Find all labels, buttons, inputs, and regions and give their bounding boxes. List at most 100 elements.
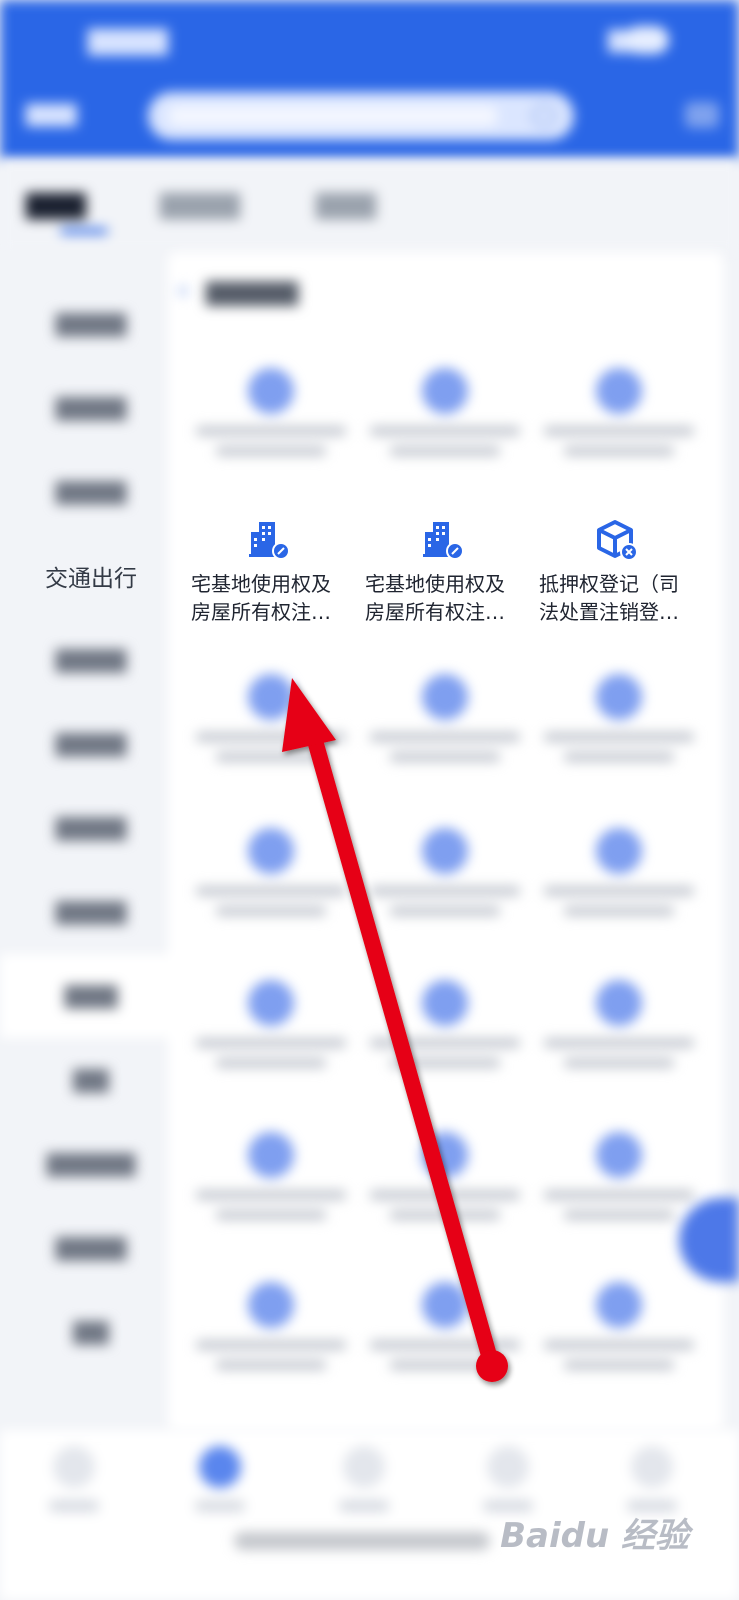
service-card[interactable] [358,1130,532,1242]
service-card-label: 宅基地使用权及 房屋所有权注… [191,572,331,624]
card-text-blurred [216,1058,326,1068]
card-text-blurred [196,886,346,896]
service-card-mortgage[interactable]: 抵押权登记（司 法处置注销登… [530,518,704,628]
section-marker [178,286,188,296]
category-sidebar: ▇▇▇▇ ▇▇▇▇ ▇▇▇▇ 交通出行 ▇▇▇▇ ▇▇▇▇ ▇▇▇▇ ▇▇▇▇ … [0,252,182,1432]
sidebar-item-transportation[interactable]: 交通出行 [0,534,182,618]
card-text-blurred [390,1360,500,1370]
service-card[interactable] [358,978,532,1090]
card-text-blurred [196,732,346,742]
city-selector[interactable]: ▇▇▇ [26,102,77,127]
nav-center[interactable] [334,1446,394,1516]
service-card[interactable] [184,1130,358,1242]
service-card-homestead-1[interactable]: 宅基地使用权及 房屋所有权注… [182,518,356,628]
service-card[interactable] [358,366,532,478]
service-icon [596,674,642,720]
card-text-blurred [370,1340,520,1350]
card-text-blurred [196,1038,346,1048]
card-text-blurred [390,906,500,916]
home-icon [53,1446,95,1488]
card-text-blurred [370,426,520,436]
service-card[interactable] [532,366,706,478]
card-text-blurred [390,446,500,456]
service-card[interactable] [184,826,358,938]
service-card[interactable] [358,672,532,784]
search-icon[interactable] [532,104,556,128]
service-card-label: 抵押权登记（司 法处置注销登… [539,572,679,624]
card-text-blurred [544,1038,694,1048]
service-icon [248,674,294,720]
nav-home[interactable] [44,1446,104,1516]
building-edit-icon [249,522,290,560]
sidebar-item-5[interactable]: ▇▇▇▇ [0,618,182,702]
card-text-blurred [564,752,674,762]
search-input[interactable] [148,92,574,140]
app-header: ▇▇▇▇ ▇▇▇ ▇▇▇ [0,0,739,160]
cube-close-icon [597,520,638,561]
service-card[interactable] [184,672,358,784]
service-card[interactable] [532,826,706,938]
service-icon [596,368,642,414]
service-icon [596,828,642,874]
nav-services[interactable] [190,1446,250,1516]
sidebar-item-12[interactable]: ▇▇▇▇ [0,1206,182,1290]
card-text-blurred [390,1210,500,1220]
service-icon [248,1282,294,1328]
card-text-blurred [544,426,694,436]
service-card[interactable] [358,1280,532,1392]
service-card[interactable] [184,366,358,478]
message-icon[interactable] [685,102,719,128]
search-placeholder-blurred [168,106,498,126]
service-card[interactable] [532,1280,706,1392]
sidebar-item-6[interactable]: ▇▇▇▇ [0,702,182,786]
card-text-blurred [564,1058,674,1068]
services-icon [199,1446,241,1488]
sidebar-item-9[interactable]: ▇▇▇ [0,954,182,1038]
tab-2[interactable]: ▇▇▇▇ [160,190,240,220]
nav-messages[interactable] [478,1446,538,1516]
card-text-blurred [390,1058,500,1068]
card-text-blurred [216,1210,326,1220]
center-icon [343,1446,385,1488]
service-card[interactable] [532,672,706,784]
service-icon [422,674,468,720]
card-text-blurred [564,1360,674,1370]
sidebar-item-11[interactable]: ▇▇▇▇▇ [0,1122,182,1206]
service-card[interactable] [532,978,706,1090]
service-card[interactable] [532,1130,706,1242]
nav-profile[interactable] [622,1446,682,1516]
messages-icon [487,1446,529,1488]
mode-toggle[interactable] [625,26,669,54]
home-indicator[interactable] [234,1532,490,1550]
category-tabs: ▇▇▇ ▇▇▇▇ ▇▇▇ [0,160,739,252]
card-text-blurred [216,446,326,456]
tab-1[interactable]: ▇▇▇ [26,190,86,220]
service-icon [248,368,294,414]
service-card[interactable] [358,826,532,938]
sidebar-item-7[interactable]: ▇▇▇▇ [0,786,182,870]
card-text-blurred [370,886,520,896]
service-card[interactable] [184,1280,358,1392]
nav-label-blurred [49,1500,99,1512]
service-icon [422,368,468,414]
service-icon [248,980,294,1026]
service-card-homestead-2[interactable]: 宅基地使用权及 房屋所有权注… [356,518,530,628]
building-edit-icon [423,522,464,560]
card-text-blurred [564,446,674,456]
sidebar-item-13[interactable]: ▇▇ [0,1290,182,1374]
service-icon [422,828,468,874]
sidebar-item-10[interactable]: ▇▇ [0,1038,182,1122]
service-icon [422,1132,468,1178]
sidebar-item-2[interactable]: ▇▇▇▇ [0,366,182,450]
sidebar-item-8[interactable]: ▇▇▇▇ [0,870,182,954]
sidebar-item-1[interactable]: ▇▇▇▇ [0,282,182,366]
card-text-blurred [216,1360,326,1370]
tab-3[interactable]: ▇▇▇ [316,190,376,220]
service-icon [248,828,294,874]
card-text-blurred [544,886,694,896]
service-card[interactable] [184,978,358,1090]
sidebar-item-3[interactable]: ▇▇▇▇ [0,450,182,534]
service-icon [422,1282,468,1328]
highlighted-service-row: 宅基地使用权及 房屋所有权注… 宅基地使用权及 房屋所有权注… 抵押权登记（司 … [182,512,704,628]
card-text-blurred [370,732,520,742]
